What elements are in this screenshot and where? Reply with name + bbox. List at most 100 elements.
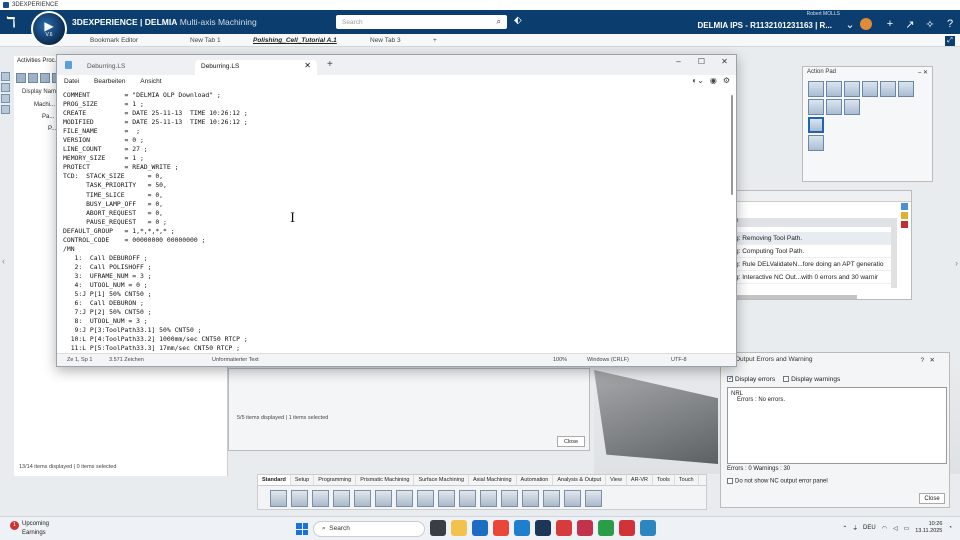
- tab-automation[interactable]: Automation: [517, 475, 554, 485]
- tab-prismatic[interactable]: Prismatic Machining: [356, 475, 415, 485]
- close-tab-icon[interactable]: ✕: [304, 61, 311, 70]
- measure-icon[interactable]: [501, 490, 518, 507]
- tab-programming[interactable]: Programming: [314, 475, 357, 485]
- info-icon[interactable]: [901, 203, 908, 210]
- maximize-icon[interactable]: ☐: [690, 55, 713, 69]
- text-editor-area[interactable]: COMMENT = "DELMIA OLP Download" ; PROG_S…: [57, 89, 733, 353]
- undo-icon[interactable]: [333, 490, 350, 507]
- tool-icon[interactable]: [1, 105, 10, 114]
- notification-icon[interactable]: ◔: [948, 525, 952, 531]
- microphone-icon[interactable]: ⍊: [853, 525, 857, 532]
- close-button[interactable]: Close: [557, 436, 585, 447]
- wifi-icon[interactable]: ◠: [882, 525, 887, 532]
- battery-icon[interactable]: ▭: [904, 525, 910, 532]
- tree-node[interactable]: Pa...: [42, 114, 56, 120]
- chevron-right-icon[interactable]: ›: [955, 258, 958, 268]
- file-explorer-icon[interactable]: [451, 520, 467, 536]
- notepad-app-icon[interactable]: [640, 520, 656, 536]
- machining-icon[interactable]: [417, 490, 434, 507]
- menu-ansicht[interactable]: Ansicht: [140, 78, 161, 85]
- settings-icon[interactable]: [585, 490, 602, 507]
- tool-icon[interactable]: [1, 72, 10, 81]
- snip-icon[interactable]: [556, 520, 572, 536]
- notepad-tab-inactive[interactable]: Deburring.LS: [81, 60, 191, 75]
- copilot-icon[interactable]: ◐⌄: [692, 76, 704, 85]
- toolpath-icon[interactable]: [862, 81, 878, 97]
- tab-view[interactable]: View: [606, 475, 627, 485]
- new-tab-icon[interactable]: +: [327, 59, 333, 70]
- operation-icon[interactable]: [808, 99, 824, 115]
- display-errors-checkbox[interactable]: Display errors: [727, 374, 775, 383]
- minimize-icon[interactable]: –: [667, 55, 690, 69]
- tab-new-1[interactable]: New Tab 1: [190, 37, 221, 44]
- gear-icon[interactable]: ⚙: [723, 76, 730, 85]
- collapse-icon[interactable]: [40, 73, 50, 83]
- apps-icon[interactable]: ✧: [920, 18, 940, 31]
- paste-icon[interactable]: [312, 490, 329, 507]
- zoom-icon[interactable]: [354, 490, 371, 507]
- expand-icon[interactable]: [28, 73, 38, 83]
- volume-icon[interactable]: ◁: [893, 525, 898, 532]
- tag-icon[interactable]: ⬖: [514, 15, 522, 26]
- play-icon[interactable]: ▶: [44, 20, 53, 32]
- tab-axial[interactable]: Axial Machining: [469, 475, 517, 485]
- robot-icon[interactable]: [844, 81, 860, 97]
- cube-icon[interactable]: [543, 490, 560, 507]
- output-box[interactable]: NRL Errors : No errors.: [727, 387, 947, 464]
- search-icon[interactable]: ⌕: [497, 17, 501, 27]
- help-icon[interactable]: ?: [940, 18, 960, 30]
- tab-new-3[interactable]: New Tab 3: [370, 37, 401, 44]
- chrome-icon[interactable]: [493, 520, 509, 536]
- filter-icon[interactable]: [16, 73, 26, 83]
- avatar[interactable]: [860, 18, 872, 30]
- simulate-icon[interactable]: [880, 81, 896, 97]
- menu-datei[interactable]: Datei: [64, 78, 79, 85]
- chevron-down-icon[interactable]: ⌄: [840, 18, 860, 31]
- outlook-icon[interactable]: [472, 520, 488, 536]
- tab-arvr[interactable]: AR-VR: [627, 475, 654, 485]
- start-button[interactable]: [296, 523, 308, 535]
- clock[interactable]: 10:26 13.11.2025: [915, 521, 942, 535]
- menu-bearbeiten[interactable]: Bearbeiten: [94, 78, 125, 85]
- tab-polishing-cell[interactable]: Polishing_Cell_Tutorial A.1: [253, 37, 337, 44]
- tool-icon[interactable]: [826, 81, 842, 97]
- measure-icon[interactable]: [826, 99, 842, 115]
- no-show-checkbox[interactable]: Do not show NC output error panel: [727, 478, 828, 485]
- render-icon[interactable]: [396, 490, 413, 507]
- help-close-icon[interactable]: ? ✕: [921, 356, 935, 364]
- toolpath-icon[interactable]: [459, 490, 476, 507]
- 3dx-icon[interactable]: [535, 520, 551, 536]
- search-input[interactable]: Search ⌕: [336, 15, 507, 29]
- tab-setup[interactable]: Setup: [291, 475, 315, 485]
- powerpoint-icon[interactable]: [577, 520, 593, 536]
- fullscreen-icon[interactable]: ⤢: [945, 36, 955, 46]
- display-name-header[interactable]: Display Name: [22, 89, 59, 95]
- tab-analysis[interactable]: Analysis & Output: [553, 475, 607, 485]
- tab-standard[interactable]: Standard: [258, 475, 291, 485]
- copy-icon[interactable]: [291, 490, 308, 507]
- notepad-tab-active[interactable]: Deburring.LS ✕: [195, 60, 317, 75]
- log-row[interactable]: g: Computing Tool Path.: [725, 245, 895, 258]
- log-row[interactable]: g: Interactive NC Out...with 0 errors an…: [725, 271, 895, 284]
- add-icon[interactable]: +: [880, 18, 900, 30]
- tree-node[interactable]: Machi...: [34, 102, 56, 108]
- share-icon[interactable]: ↗: [900, 18, 920, 31]
- language-indicator[interactable]: DEU: [863, 525, 876, 531]
- excel-icon[interactable]: [598, 520, 614, 536]
- tool-icon[interactable]: [1, 94, 10, 103]
- error-icon[interactable]: [901, 221, 908, 228]
- machining-icon[interactable]: [808, 81, 824, 97]
- log-row[interactable]: g: Removing Tool Path.: [725, 232, 895, 245]
- analysis-icon[interactable]: [844, 99, 860, 115]
- tree-node[interactable]: P...: [48, 126, 56, 132]
- tool-icon[interactable]: [1, 83, 10, 92]
- log-row[interactable]: g: Rule DELValidateN...fore doing an APT…: [725, 258, 895, 271]
- spellcheck-icon[interactable]: ◉: [710, 76, 717, 85]
- cut-icon[interactable]: [270, 490, 287, 507]
- display-warnings-checkbox[interactable]: Display warnings: [783, 376, 840, 383]
- tab-tools[interactable]: Tools: [653, 475, 675, 485]
- editor-scrollbar[interactable]: [731, 95, 733, 195]
- acrobat-icon[interactable]: [619, 520, 635, 536]
- tab-surface[interactable]: Surface Machining: [414, 475, 470, 485]
- chevron-up-icon[interactable]: ⌃: [842, 525, 847, 532]
